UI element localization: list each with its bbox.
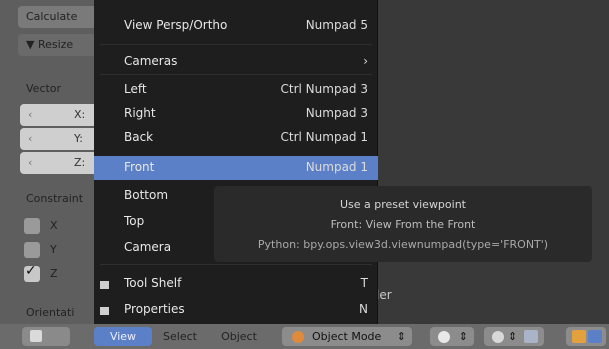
menu-item-view-persp-ortho[interactable]: View Persp/Ortho Numpad 5 [94, 14, 378, 38]
vector-x-field[interactable]: ‹ X: [20, 104, 100, 126]
tooltip-python: Python: bpy.ops.view3d.viewnumpad(type='… [257, 238, 549, 251]
3d-view-header: View Select Object Object Mode ⇕ ⇕ ⇕ [0, 324, 609, 349]
viewport-partial-text: ler [376, 288, 392, 302]
menu-separator [100, 74, 372, 75]
resize-section-header[interactable]: ▼ Resize [18, 34, 100, 56]
constraint-z-checkbox[interactable]: ✓ [24, 263, 40, 282]
dropdown-arrow-icon: ⇕ [396, 330, 406, 343]
decrement-arrow-icon[interactable]: ‹ [28, 128, 32, 150]
menu-item-right[interactable]: Right Numpad 3 [94, 102, 378, 126]
constraint-z-label: Z [50, 267, 58, 280]
view-menu: View Persp/Ortho Numpad 5 Cameras › Left… [94, 0, 378, 324]
tooltip-title: Use a preset viewpoint [339, 198, 466, 211]
limit-selection-icon[interactable] [524, 330, 538, 343]
menu-item-back[interactable]: Back Ctrl Numpad 1 [94, 126, 378, 150]
select-menu-button[interactable]: Select [152, 327, 208, 346]
tool-properties-panel: Calculate ▼ Resize Vector ‹ X: ‹ Y: ‹ Z:… [0, 0, 100, 324]
shading-dropdown[interactable]: ⇕ [430, 327, 474, 346]
solid-shading-icon [438, 331, 450, 343]
constraint-x-label: X [50, 219, 58, 232]
translate-icon[interactable] [588, 330, 602, 343]
vector-y-field[interactable]: ‹ Y: [20, 128, 100, 150]
view-menu-button[interactable]: View [94, 327, 152, 346]
manipulator-toggle[interactable] [566, 327, 606, 346]
checkbox-icon [100, 281, 109, 289]
mode-dropdown[interactable]: Object Mode ⇕ [282, 327, 412, 346]
object-menu-button[interactable]: Object [208, 327, 270, 346]
vector-z-field[interactable]: ‹ Z: [20, 152, 100, 174]
editor-type-button[interactable] [22, 327, 70, 346]
constraint-y-label: Y [50, 243, 57, 256]
constraint-label: Constraint [26, 192, 84, 205]
menu-item-cameras[interactable]: Cameras › [94, 50, 378, 74]
submenu-arrow-icon: › [363, 54, 368, 68]
mode-label: Object Mode [312, 330, 382, 343]
checkmark-icon: ✓ [25, 263, 37, 279]
pivot-point-dropdown[interactable]: ⇕ [484, 327, 544, 346]
view3d-icon [30, 330, 42, 342]
decrement-arrow-icon[interactable]: ‹ [28, 104, 32, 126]
menu-item-front[interactable]: Front Numpad 1 [94, 156, 378, 180]
tooltip: Use a preset viewpoint Front: View From … [214, 186, 592, 262]
menu-item-tool-shelf[interactable]: Tool Shelf T [94, 272, 378, 296]
constraint-y-checkbox[interactable] [24, 242, 40, 258]
operator-title: Calculate [18, 6, 100, 28]
object-mode-icon [292, 331, 304, 343]
constraint-x-checkbox[interactable] [24, 218, 40, 234]
checkbox-icon [100, 307, 109, 315]
decrement-arrow-icon[interactable]: ‹ [28, 152, 32, 174]
menu-separator [100, 264, 372, 265]
manipulator-icon [572, 330, 586, 343]
orientation-label: Orientati [26, 306, 75, 319]
tooltip-description: Front: View From the Front [330, 218, 476, 231]
pivot-icon [492, 331, 504, 343]
dropdown-arrow-icon: ⇕ [508, 330, 518, 343]
dropdown-arrow-icon: ⇕ [458, 330, 468, 343]
menu-item-properties[interactable]: Properties N [94, 298, 378, 322]
vector-label: Vector [26, 82, 62, 95]
menu-item-left[interactable]: Left Ctrl Numpad 3 [94, 78, 378, 102]
menu-separator [100, 44, 372, 45]
